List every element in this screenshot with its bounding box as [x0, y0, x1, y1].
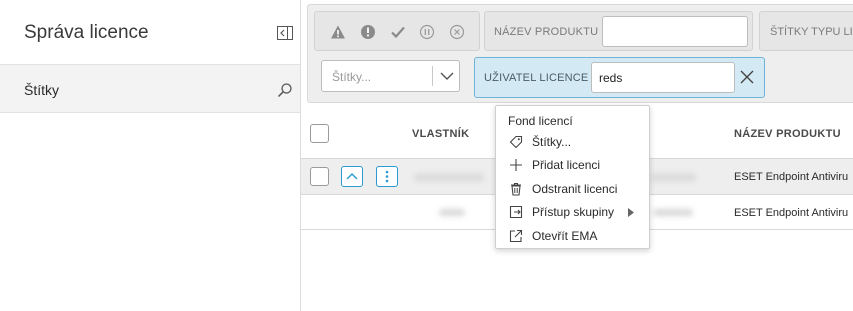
product-name-cell: ESET Endpoint Antiviru: [734, 207, 849, 219]
sidebar: Správa licence Štítky: [0, 0, 301, 311]
cancel-icon[interactable]: [449, 24, 465, 40]
row-actions-button[interactable]: [376, 166, 398, 187]
redacted-owner: [439, 209, 465, 216]
product-name-filter: NÁZEV PRODUKTU: [484, 11, 753, 51]
tags-select[interactable]: Štítky...: [321, 60, 460, 92]
license-user-input[interactable]: reds: [591, 62, 735, 93]
menu-item-label: Přidat licenci: [532, 158, 601, 172]
product-name-cell: ESET Endpoint Antiviru: [734, 171, 849, 183]
product-name-input[interactable]: [602, 16, 748, 47]
page-title: Správa licence: [24, 22, 149, 43]
column-header-owner[interactable]: VLASTNÍK: [412, 128, 469, 140]
redacted-value: [653, 209, 693, 216]
menu-item-remove-license[interactable]: Odstranit licenci: [496, 178, 649, 201]
menu-item-tags[interactable]: Štítky...: [496, 131, 649, 154]
license-type-tags-filter: ŠTÍTKY TYPU LIC: [759, 11, 853, 51]
menu-item-group-access[interactable]: Přístup skupiny: [496, 201, 649, 224]
license-type-tags-label: ŠTÍTKY TYPU LIC: [770, 26, 853, 38]
chevron-up-icon: [346, 173, 358, 180]
search-icon[interactable]: [277, 82, 293, 98]
menu-item-add-license[interactable]: Přidat licenci: [496, 154, 649, 177]
filter-panel: NÁZEV PRODUKTU ŠTÍTKY TYPU LIC Štítky...…: [307, 4, 853, 103]
menu-item-open-ema[interactable]: Otevřít EMA: [496, 225, 649, 248]
row-checkbox[interactable]: [310, 167, 329, 186]
sidebar-item-tags[interactable]: Štítky: [0, 64, 300, 113]
pause-icon[interactable]: [419, 24, 435, 40]
menu-item-label: Odstranit licenci: [532, 182, 618, 196]
redacted-value: [651, 174, 696, 181]
group-access-icon: [509, 205, 523, 219]
select-all-checkbox[interactable]: [310, 124, 329, 143]
sidebar-item-label: Štítky: [24, 82, 60, 98]
more-vertical-icon: [385, 170, 389, 183]
menu-item-label: Štítky...: [532, 135, 572, 149]
chevron-down-icon[interactable]: [440, 70, 454, 82]
check-icon[interactable]: [390, 24, 406, 40]
menu-item-label: Otevřít EMA: [532, 229, 598, 243]
menu-header: Fond licencí: [508, 114, 573, 128]
warning-icon[interactable]: [330, 24, 346, 40]
tag-icon: [509, 135, 523, 149]
collapse-panel-icon[interactable]: [277, 26, 293, 40]
tags-select-placeholder: Štítky...: [332, 70, 372, 84]
divider: [432, 66, 433, 86]
error-icon[interactable]: [360, 24, 376, 40]
redacted-owner: [414, 174, 484, 181]
license-user-filter: UŽIVATEL LICENCE reds: [474, 57, 765, 98]
trash-icon: [511, 182, 521, 196]
menu-item-label: Přístup skupiny: [532, 205, 615, 219]
product-name-filter-label: NÁZEV PRODUKTU: [494, 26, 599, 38]
row-context-menu: Fond licencí Štítky... Přidat licenci Od…: [495, 105, 650, 249]
license-user-filter-label: UŽIVATEL LICENCE: [484, 72, 589, 84]
severity-filter: [314, 11, 480, 51]
plus-icon: [510, 159, 522, 171]
external-link-icon: [509, 229, 523, 243]
column-header-product-name[interactable]: NÁZEV PRODUKTU: [734, 128, 841, 140]
submenu-arrow-icon: [628, 208, 634, 217]
expand-row-button[interactable]: [341, 166, 363, 187]
close-icon[interactable]: [740, 70, 754, 84]
